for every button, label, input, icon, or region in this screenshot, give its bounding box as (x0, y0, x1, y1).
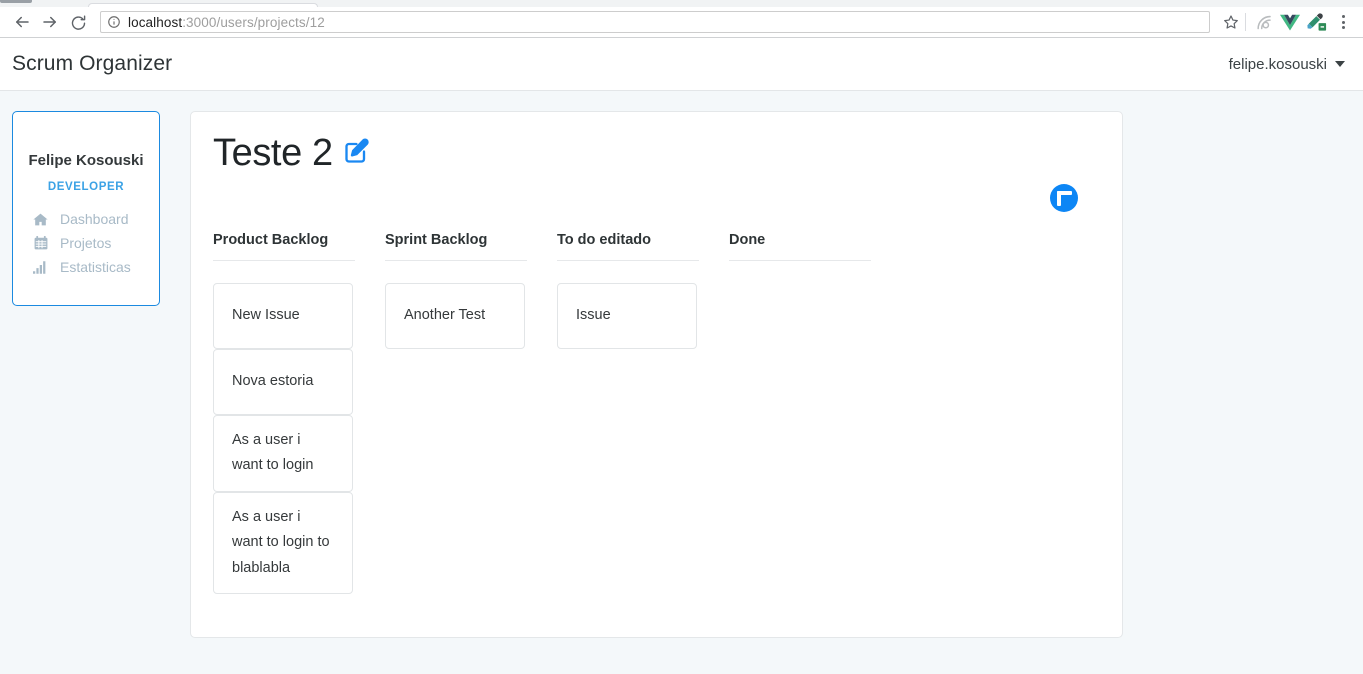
column-card-list[interactable]: Another Test (385, 283, 557, 349)
board-panel: Teste 2 Product Backlog New Issue Nova e… (190, 111, 1123, 638)
url-path: :3000/users/projects/12 (182, 14, 325, 30)
sidebar-item-label: Projetos (60, 235, 112, 251)
back-button[interactable] (8, 8, 36, 36)
arrow-right-icon (43, 16, 56, 28)
board-column-product-backlog: Product Backlog New Issue Nova estoria A… (213, 232, 385, 594)
vue-devtools-icon (1280, 14, 1300, 31)
column-divider (729, 260, 871, 261)
add-issue-button[interactable] (1050, 184, 1078, 212)
url-text: localhost:3000/users/projects/12 (128, 15, 325, 30)
column-title: Done (729, 232, 766, 248)
column-divider (213, 260, 355, 261)
url-host: localhost (128, 14, 183, 30)
page-body: Felipe Kosouski DEVELOPER Dashboard Proj… (0, 91, 1363, 674)
issue-card[interactable]: As a user i want to login to blablabla (213, 491, 353, 594)
sidebar-item-label: Estatisticas (60, 259, 131, 275)
page-title: Teste 2 (213, 132, 333, 174)
eyedropper-extension-icon (1307, 13, 1327, 31)
board-columns: Product Backlog New Issue Nova estoria A… (213, 232, 1100, 594)
profile-role: DEVELOPER (47, 181, 125, 193)
column-divider (385, 260, 527, 261)
issue-card[interactable]: Nova estoria (213, 349, 353, 415)
address-bar[interactable]: localhost:3000/users/projects/12 (100, 11, 1210, 33)
home-icon (33, 212, 48, 226)
column-title: Product Backlog (213, 232, 329, 248)
profile-name: Felipe Kosouski (28, 152, 144, 169)
reload-icon (71, 15, 85, 30)
issue-card[interactable]: Another Test (385, 283, 525, 349)
issue-card[interactable]: As a user i want to login (213, 415, 353, 492)
sidebar-item-projetos[interactable]: Projetos (33, 235, 153, 251)
column-title: Sprint Backlog (385, 232, 488, 248)
bar-chart-icon (33, 260, 48, 274)
reader-extension-icon (1256, 15, 1271, 29)
browser-toolbar: localhost:3000/users/projects/12 (0, 7, 1363, 38)
issue-card[interactable]: Issue (557, 283, 697, 349)
info-circle-icon[interactable] (107, 15, 121, 29)
eyedropper-extension-button[interactable] (1303, 9, 1329, 35)
toolbar-divider (1245, 13, 1246, 31)
browser-menu-button[interactable] (1331, 9, 1355, 35)
calendar-icon (33, 236, 48, 250)
plus-circle-icon (1056, 190, 1072, 206)
caret-down-icon (1335, 61, 1345, 67)
board-column-done: Done (729, 232, 901, 594)
main-content: Teste 2 Product Backlog New Issue Nova e… (190, 111, 1363, 638)
app-brand[interactable]: Scrum Organizer (12, 52, 172, 76)
board-column-sprint-backlog: Sprint Backlog Another Test (385, 232, 557, 594)
bookmark-button[interactable] (1220, 11, 1242, 33)
issue-card[interactable]: New Issue (213, 283, 353, 349)
column-title: To do editado (557, 232, 651, 248)
sidebar-item-estatisticas[interactable]: Estatisticas (33, 259, 153, 275)
sidebar-item-label: Dashboard (60, 211, 129, 227)
forward-button[interactable] (36, 8, 64, 36)
profile-card: Felipe Kosouski DEVELOPER Dashboard Proj… (12, 111, 160, 306)
user-menu-label: felipe.kosouski (1228, 55, 1327, 73)
browser-chrome: localhost:3000/users/projects/12 (0, 0, 1363, 38)
add-row (213, 184, 1100, 212)
three-dot-menu-icon (1341, 15, 1345, 18)
sidebar-nav: Dashboard Projetos Estatisticas (19, 211, 153, 275)
board-column-to-do-editado: To do editado Issue (557, 232, 729, 594)
browser-tab-strip[interactable] (0, 0, 1363, 7)
vue-devtools-button[interactable] (1277, 9, 1303, 35)
sidebar-item-dashboard[interactable]: Dashboard (33, 211, 153, 227)
column-card-list[interactable]: Issue (557, 283, 729, 349)
column-card-list[interactable]: New Issue Nova estoria As a user i want … (213, 283, 385, 594)
sidebar: Felipe Kosouski DEVELOPER Dashboard Proj… (0, 111, 190, 306)
user-menu-button[interactable]: felipe.kosouski (1229, 56, 1345, 73)
bookmark-star-icon (1224, 15, 1238, 29)
board-title-row: Teste 2 (213, 134, 1100, 172)
active-tab-outline[interactable] (88, 3, 318, 7)
tab-sliver (0, 0, 32, 3)
app-navbar: Scrum Organizer felipe.kosouski (0, 38, 1363, 91)
column-divider (557, 260, 699, 261)
edit-pencil-square-icon[interactable] (343, 137, 371, 165)
reader-extension-button[interactable] (1251, 9, 1277, 35)
reload-button[interactable] (64, 8, 92, 36)
arrow-left-icon (16, 16, 29, 28)
